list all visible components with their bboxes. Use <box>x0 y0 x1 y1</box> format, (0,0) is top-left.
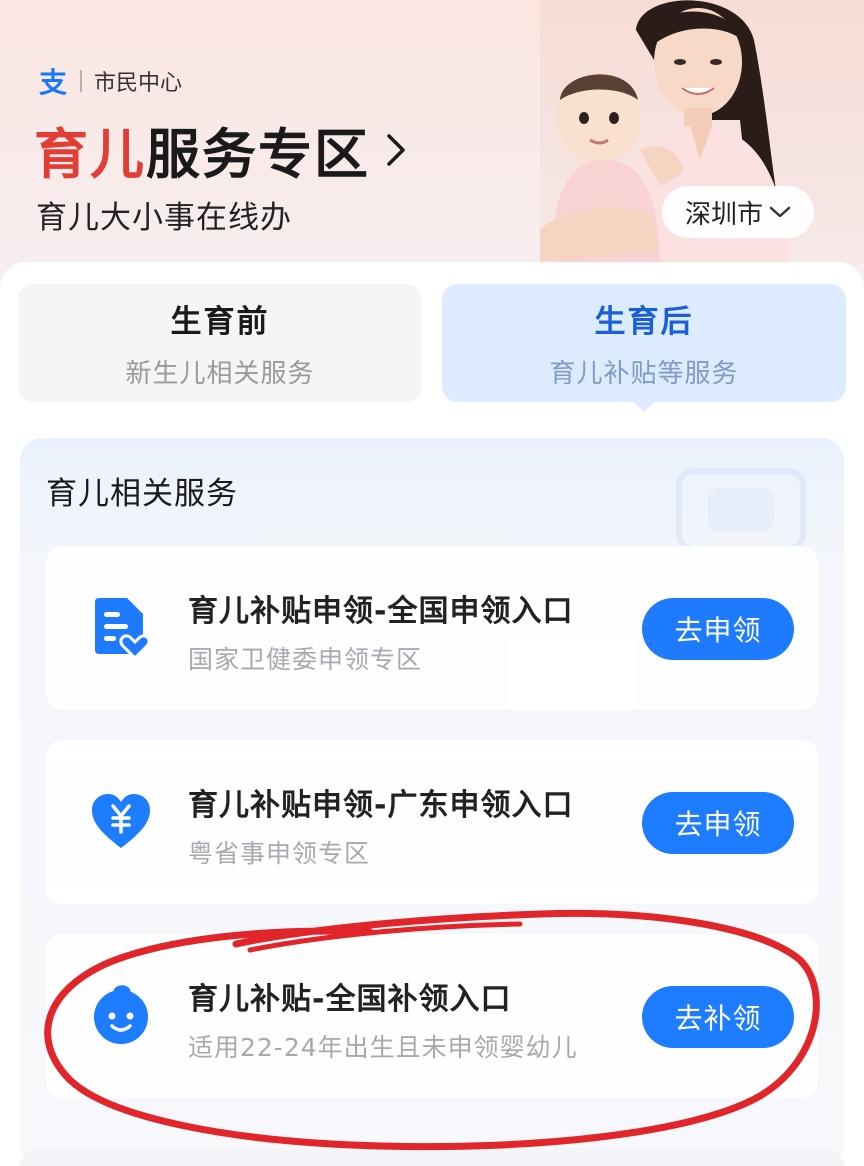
service-panel: 育儿相关服务 育儿补贴申领-全国申领入口 国家卫健委申领专区 去申领 育儿补贴申… <box>20 438 844 1166</box>
tab-after-birth[interactable]: 生育后 育儿补贴等服务 <box>442 284 846 412</box>
city-label: 深圳市 <box>684 199 763 230</box>
service-title: 育儿补贴申领-广东申领入口 <box>188 788 574 823</box>
next-card-edge <box>20 1148 844 1166</box>
brand-name: 市民中心 <box>94 71 183 96</box>
document-heart-icon <box>90 596 152 658</box>
service-desc: 国家卫健委申领专区 <box>188 645 423 674</box>
apply-button[interactable]: 去申领 <box>642 598 794 660</box>
tab-subtitle: 新生儿相关服务 <box>125 359 315 389</box>
tab-title: 生育前 <box>170 304 270 340</box>
baby-face-icon <box>90 984 152 1046</box>
service-item-national-reapply[interactable]: 育儿补贴-全国补领入口 适用22-24年出生且未申领婴幼儿 去补领 <box>46 934 818 1098</box>
service-title: 育儿补贴申领-全国申领入口 <box>188 594 574 629</box>
service-item-guangdong-apply[interactable]: 育儿补贴申领-广东申领入口 粤省事申领专区 去申领 <box>46 740 818 904</box>
zone-title-link[interactable]: 育儿 服务专区 <box>34 110 416 189</box>
service-desc: 粤省事申领专区 <box>188 839 371 868</box>
brand-divider <box>80 70 82 92</box>
reapply-button[interactable]: 去补领 <box>642 986 794 1048</box>
zone-title-rest: 服务专区 <box>146 123 370 186</box>
brand-row: 支 市民中心 <box>36 64 183 99</box>
apply-button[interactable]: 去申领 <box>642 792 794 854</box>
section-title: 育儿相关服务 <box>46 476 238 512</box>
main-card: 生育前 新生儿相关服务 生育后 育儿补贴等服务 育儿相关服务 育儿补贴申领-全国… <box>0 262 864 1166</box>
tab-title: 生育后 <box>594 304 694 340</box>
alipay-logo-icon: 支 <box>38 66 67 99</box>
zone-subtitle: 育儿大小事在线办 <box>36 200 292 236</box>
service-title: 育儿补贴-全国补领入口 <box>188 982 512 1017</box>
city-selector[interactable]: 深圳市 <box>662 186 814 238</box>
service-desc: 适用22-24年出生且未申领婴幼儿 <box>188 1033 578 1062</box>
zone-title-highlight: 育儿 <box>34 123 146 186</box>
decorative-icon <box>676 468 806 552</box>
service-item-national-apply[interactable]: 育儿补贴申领-全国申领入口 国家卫健委申领专区 去申领 <box>46 546 818 710</box>
chevron-down-icon <box>769 206 791 218</box>
yuan-heart-icon <box>90 790 152 852</box>
chevron-right-icon <box>376 123 416 177</box>
header: 支 市民中心 育儿 服务专区 育儿大小事在线办 深圳市 <box>0 0 864 270</box>
tab-subtitle: 育儿补贴等服务 <box>549 359 739 389</box>
tab-before-birth[interactable]: 生育前 新生儿相关服务 <box>18 284 422 402</box>
